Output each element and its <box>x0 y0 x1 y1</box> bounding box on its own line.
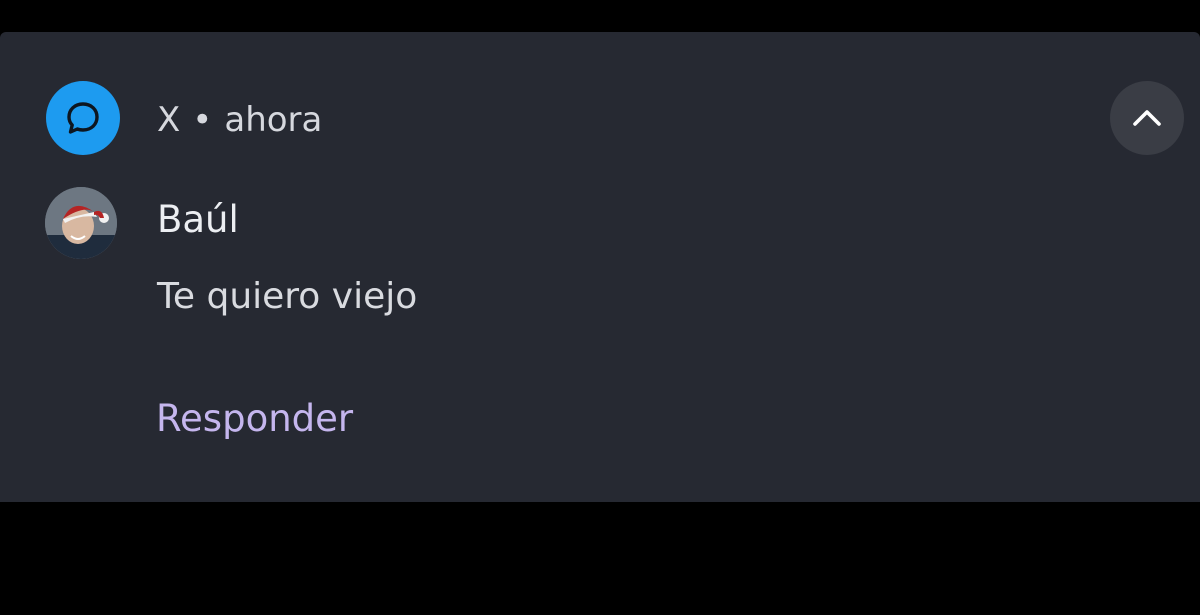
notification-card[interactable]: X • ahora Baúl Te quiero viejo Responder <box>0 32 1200 502</box>
header-separator: • <box>192 100 213 140</box>
collapse-button[interactable] <box>1110 81 1184 155</box>
chat-bubble-icon <box>67 102 99 134</box>
message-text: Te quiero viejo <box>157 276 418 317</box>
avatar <box>45 187 117 259</box>
notification-time: ahora <box>224 100 323 140</box>
app-name: X <box>157 100 181 140</box>
sender-name: Baúl <box>157 198 239 241</box>
notification-header: X • ahora <box>157 100 322 140</box>
chevron-up-icon <box>1133 110 1161 126</box>
reply-button[interactable]: Responder <box>156 396 353 442</box>
avatar-image <box>45 187 117 259</box>
app-icon <box>46 81 120 155</box>
